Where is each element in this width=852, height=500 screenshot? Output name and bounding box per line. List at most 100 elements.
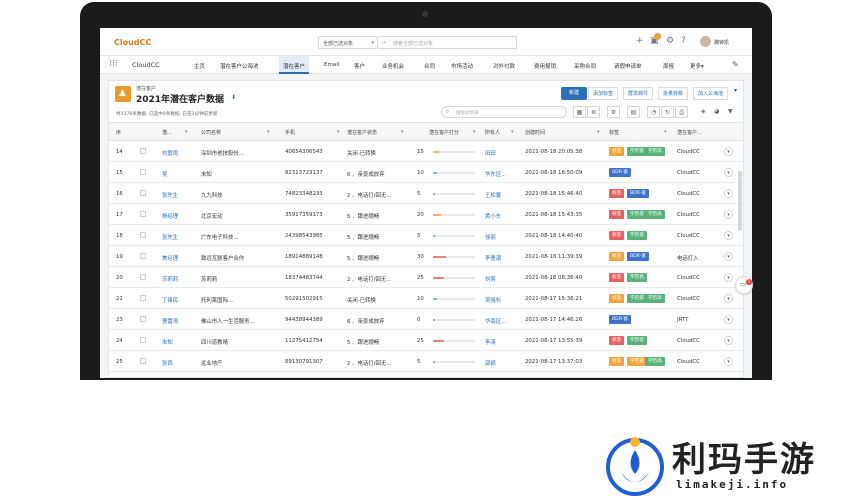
row-checkbox[interactable]: [140, 358, 146, 364]
settings-icon[interactable]: ⚙: [607, 106, 620, 118]
list-view-icon[interactable]: ≣: [587, 106, 600, 118]
chart-icon[interactable]: ◔: [647, 106, 660, 118]
chevron-down-icon[interactable]: ▾: [337, 129, 340, 135]
column-header-score[interactable]: 潜在客户打分: [429, 129, 459, 136]
tag-badge[interactable]: 学历提: [627, 357, 647, 366]
global-search-input[interactable]: ⌕ 搜索全部已选对象: [379, 36, 517, 49]
nav-item-campaigns[interactable]: 市场活动: [451, 62, 473, 70]
scrollbar[interactable]: [737, 141, 743, 377]
table-row[interactable]: 25 张西 远业地产 89130791307 2 、电话打/回无... 5 邵颖 2021-0…: [109, 351, 743, 372]
lead-name-link[interactable]: 曹雷涛: [162, 317, 178, 325]
table-row[interactable]: 14 刘震雨 深圳市他技股份... 40654306543 关闭-已转换 15 田田 2021…: [109, 141, 743, 162]
row-menu-icon[interactable]: ▾: [724, 252, 733, 261]
table-row[interactable]: 20 苏莉莉 苏莉莉 18374483744 2 、电话打/回无... 25 刘笑 2021-…: [109, 267, 743, 288]
table-row[interactable]: 18 张先生 广东电子科技... 24398543985 5 、跟进顺畅 5 徐丽 2021-…: [109, 225, 743, 246]
chevron-down-icon[interactable]: ▾: [597, 129, 600, 135]
nav-item-weekly[interactable]: 周报: [663, 62, 674, 70]
table-row[interactable]: 24 未知 四川道教晴 11275412754 5 、跟进顺畅 25 李涛 2021-08-1…: [109, 330, 743, 351]
table-row[interactable]: 23 曹雷涛 佛山市人一生活服务... 94438944389 6 、亲景成放弃 0 华南区…: [109, 309, 743, 330]
row-checkbox[interactable]: [140, 253, 146, 259]
help-icon[interactable]: ?: [681, 36, 686, 46]
lead-name-link[interactable]: 未知: [162, 338, 173, 346]
nav-item-contracts[interactable]: 合同: [424, 62, 435, 70]
lead-name-link[interactable]: 张西: [162, 359, 173, 367]
lead-name-link[interactable]: 苏莉莉: [162, 275, 178, 283]
table-row[interactable]: 17 杨经理 北京宏动 35917359173 5 、跟进顺畅 20 黄小东 2021-08-…: [109, 204, 743, 225]
row-menu-icon[interactable]: ▾: [724, 189, 733, 198]
table-row[interactable]: 19 焦经理 致远互联客户合作 18914889148 5 、跟进顺畅 30 李墨潮 2021…: [109, 246, 743, 267]
tag-badge[interactable]: 标签: [609, 210, 625, 219]
tag-badge[interactable]: BDR-富: [627, 252, 649, 261]
pie-icon[interactable]: ◕: [714, 108, 719, 115]
floating-chat-button[interactable]: ▭ 1: [735, 276, 753, 294]
row-checkbox[interactable]: [140, 148, 146, 154]
row-menu-icon[interactable]: ▾: [724, 273, 733, 282]
row-menu-icon[interactable]: ▾: [724, 357, 733, 366]
column-header-source[interactable]: 潜在客户...: [677, 129, 702, 136]
owner-link[interactable]: 华东区...: [485, 170, 506, 178]
column-header-tags[interactable]: 标签: [609, 129, 619, 136]
tag-badge[interactable]: BDR-富: [609, 168, 631, 177]
lead-name-link[interactable]: 丁锋民: [162, 296, 178, 304]
nav-item-leads[interactable]: 潜在客户: [279, 56, 310, 74]
pencil-icon[interactable]: ✎: [732, 60, 739, 69]
chevron-down-icon[interactable]: ▾: [217, 94, 220, 101]
owner-link[interactable]: 徐丽: [485, 233, 496, 241]
tag-badge[interactable]: 标签: [609, 252, 625, 261]
new-button[interactable]: 新建: [561, 87, 587, 100]
tag-badge[interactable]: BDR-富: [627, 189, 649, 198]
tag-badge[interactable]: 标签: [609, 231, 625, 240]
tag-badge[interactable]: 学历提: [627, 231, 647, 240]
brand-logo[interactable]: CloudCC: [114, 38, 151, 47]
tag-badge[interactable]: BDR-富: [609, 315, 631, 324]
nav-item-more[interactable]: 更多▾: [690, 62, 704, 70]
row-checkbox[interactable]: [140, 274, 146, 280]
tag-badge[interactable]: 学历提: [627, 273, 647, 282]
owner-link[interactable]: 刘笑: [485, 275, 496, 283]
nav-item-email[interactable]: Email: [324, 62, 339, 68]
app-launcher-icon[interactable]: ⁝⁝⁝: [109, 59, 118, 69]
add-icon[interactable]: +: [636, 36, 644, 46]
lead-name-link[interactable]: 刘震雨: [162, 149, 178, 157]
row-checkbox[interactable]: [140, 211, 146, 217]
grid-view-icon[interactable]: ▦: [573, 106, 586, 118]
gear-icon[interactable]: ⚙: [666, 36, 674, 46]
more-actions-icon[interactable]: ▾: [734, 87, 737, 94]
tag-badge[interactable]: 学历提: [627, 336, 647, 345]
owner-link[interactable]: 吴晓杉: [485, 296, 501, 304]
filter-icon[interactable]: ▼: [728, 108, 733, 115]
column-header-no[interactable]: 序: [116, 129, 121, 136]
owner-link[interactable]: 邵颖: [485, 359, 496, 367]
row-checkbox[interactable]: [140, 295, 146, 301]
row-menu-icon[interactable]: ▾: [724, 168, 733, 177]
owner-link[interactable]: 李墨潮: [485, 254, 501, 262]
tag-badge[interactable]: 学历高: [645, 294, 665, 303]
chevron-down-icon[interactable]: ▾: [511, 129, 514, 135]
owner-link[interactable]: 华南区...: [485, 317, 506, 325]
nav-item-expenses[interactable]: 费用报销: [534, 62, 556, 70]
page-title[interactable]: 2021年潜在客户数据: [136, 92, 224, 105]
column-header-company[interactable]: 公司名称: [201, 129, 221, 136]
print-icon[interactable]: ⎙: [675, 106, 688, 118]
chevron-down-icon[interactable]: ▾: [185, 129, 188, 135]
column-header-name[interactable]: 潜...: [162, 129, 172, 136]
owner-link[interactable]: 王松馨: [485, 191, 501, 199]
owner-link[interactable]: 黄小东: [485, 212, 501, 220]
row-menu-icon[interactable]: ▾: [724, 147, 733, 156]
tag-badge[interactable]: 学历高: [645, 357, 665, 366]
column-header-owner[interactable]: 所有人: [485, 129, 500, 136]
avatar[interactable]: [700, 36, 711, 47]
tag-badge[interactable]: 标签: [609, 294, 625, 303]
tag-icon[interactable]: ◈: [701, 108, 706, 115]
search-scope-select[interactable]: 全部已选对象 ▾: [318, 36, 378, 49]
row-checkbox[interactable]: [140, 169, 146, 175]
nav-item-lead-pool[interactable]: 潜在客户公海池: [220, 62, 259, 70]
nav-item-home[interactable]: 主页: [194, 62, 205, 70]
list-search-input[interactable]: ⌕ 搜索此列表: [441, 106, 567, 118]
table-row[interactable]: 21 丁锋民 托利莱国际... 50291502915 关闭-已转换 10 吴晓杉 2021-…: [109, 288, 743, 309]
tag-badge[interactable]: 标签: [609, 189, 625, 198]
column-header-status[interactable]: 潜在客户状态: [347, 129, 377, 136]
chevron-down-icon[interactable]: ▾: [401, 129, 404, 135]
add-tag-button[interactable]: 添加标签: [588, 87, 619, 100]
mass-email-button[interactable]: 群发邮件: [623, 87, 654, 100]
